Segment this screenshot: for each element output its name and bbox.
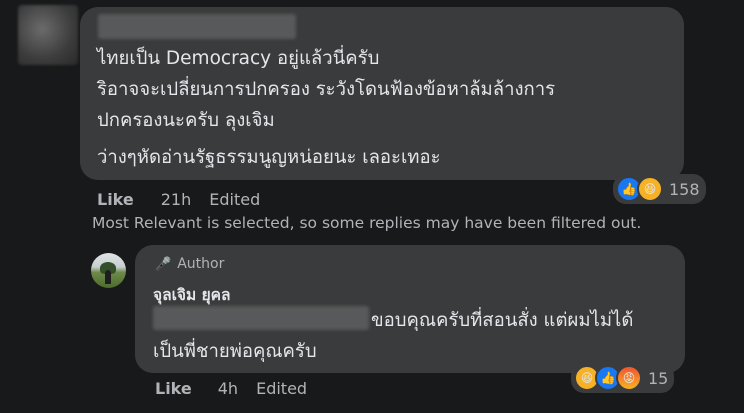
author-badge-label: Author (177, 256, 225, 272)
comment-line: ริอาจจะเปลี่ยนการปกครอง ระวังโดนฟ้องข้อห… (97, 79, 556, 100)
timestamp[interactable]: 21h (161, 190, 192, 209)
comment-line: ปกครองนะครับ ลุงเจิม (97, 110, 275, 131)
edited-label[interactable]: Edited (256, 379, 307, 398)
reply-author-name[interactable]: จุลเจิม ยุคล (153, 282, 231, 307)
commenter-name-redacted[interactable] (98, 14, 296, 39)
author-badge: 🎤 Author (155, 256, 224, 272)
reaction-count: 158 (669, 179, 700, 199)
edited-label[interactable]: Edited (209, 190, 260, 209)
reply-actions: Like 4h Edited (155, 379, 307, 398)
filter-notice: Most Relevant is selected, so some repli… (92, 214, 642, 232)
comment-reactions[interactable]: 👍 😆 158 (613, 174, 706, 204)
commenter-avatar-blurred[interactable] (18, 5, 78, 65)
comment-actions: Like 21h Edited (97, 190, 260, 209)
reply-reactions[interactable]: 😆 👍 😡 15 (571, 363, 675, 393)
comment-line: ว่างๆหัดอ่านรัฐธรรมนูญหน่อยนะ เลอะเทอะ (97, 147, 441, 168)
like-button[interactable]: Like (155, 379, 192, 398)
haha-icon: 😆 (637, 176, 663, 202)
timestamp[interactable]: 4h (218, 379, 238, 398)
reply-text: ขอบคุณครับที่สอนสั่ง แต่ผมไม่ได้เป็นพี่ช… (153, 310, 634, 362)
microphone-icon: 🎤 (155, 256, 172, 272)
comment-text: ไทยเป็น Democracy อยู่แล้วนี่ครับ ริอาจจ… (97, 43, 657, 173)
reaction-count: 15 (648, 368, 669, 388)
angry-icon: 😡 (616, 365, 642, 391)
comment-line: ไทยเป็น Democracy อยู่แล้วนี่ครับ (97, 48, 380, 69)
reply-author-avatar[interactable] (91, 253, 126, 288)
like-button[interactable]: Like (97, 190, 134, 209)
